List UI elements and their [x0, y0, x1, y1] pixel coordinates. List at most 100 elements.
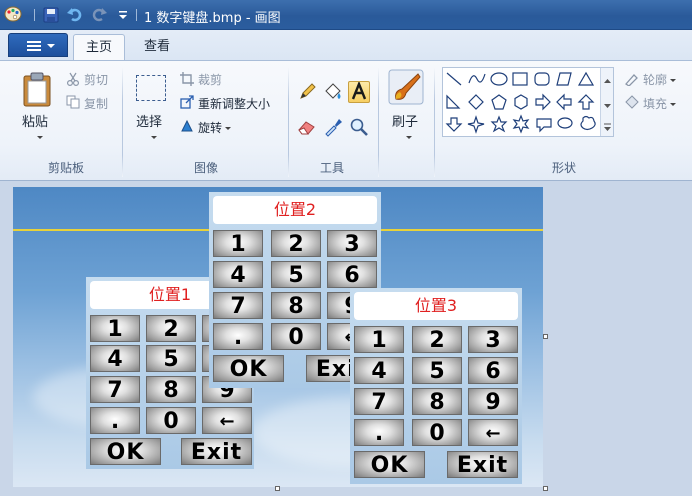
canvas-resize-handle-bottom[interactable] — [275, 486, 280, 491]
keypad-position-3: 位置3 1 2 3 4 5 6 7 8 9 . 0 ← OK Exit — [350, 288, 522, 484]
group-label-shapes: 形状 — [551, 161, 576, 175]
resize-button[interactable]: 重新调整大小 — [198, 95, 270, 112]
pencil-tool-button[interactable] — [296, 81, 318, 103]
key-4: 4 — [90, 345, 140, 372]
keypad-title: 位置3 — [354, 292, 518, 320]
select-button[interactable]: 选择 — [136, 111, 162, 130]
group-label-tools: 工具 — [319, 161, 344, 175]
key-5: 5 — [271, 261, 321, 288]
key-4: 4 — [354, 357, 404, 384]
shapes-gallery[interactable] — [442, 67, 614, 137]
undo-icon[interactable] — [66, 6, 84, 24]
outline-icon — [625, 74, 638, 86]
shapes-scroll-arrows — [604, 79, 611, 131]
eraser-tool-button[interactable] — [296, 116, 318, 138]
rotate-icon — [181, 119, 193, 132]
ribbon: 粘贴 剪切 复制 剪贴板 选择 裁剪 重新调整大小 旋转 图像 工具 刷子 轮廓… — [0, 60, 692, 181]
chevron-down-icon — [47, 44, 55, 48]
crop-icon — [180, 72, 194, 86]
window-title: 1 数字键盘.bmp - 画图 — [144, 11, 281, 26]
key-0: 0 — [412, 419, 462, 446]
cut-button[interactable]: 剪切 — [84, 71, 108, 88]
key-2: 2 — [146, 315, 196, 342]
paste-dropdown-icon[interactable] — [37, 136, 43, 139]
magnifier-tool-button[interactable] — [348, 116, 370, 138]
shapes-scrollbar[interactable] — [600, 68, 613, 136]
scissors-icon — [67, 72, 79, 86]
group-separator — [434, 67, 435, 177]
select-icon[interactable] — [136, 75, 166, 101]
group-separator — [378, 67, 379, 177]
paste-button[interactable]: 粘贴 — [22, 111, 48, 130]
copy-button[interactable]: 复制 — [84, 95, 108, 112]
paint-bucket-icon — [325, 83, 341, 99]
key-dot: . — [213, 323, 263, 350]
fill-button[interactable]: 填充 — [643, 95, 677, 112]
canvas-resize-handle-right[interactable] — [543, 334, 548, 339]
pencil-icon — [300, 83, 316, 99]
eraser-icon — [298, 121, 315, 135]
save-icon[interactable] — [42, 6, 60, 24]
title-bar: 1 数字键盘.bmp - 画图 — [0, 0, 692, 30]
key-dot: . — [90, 407, 140, 434]
chevron-down-icon — [670, 103, 677, 106]
key-0: 0 — [146, 407, 196, 434]
customize-qat-icon[interactable] — [114, 6, 132, 24]
keypad-title: 位置2 — [213, 196, 377, 224]
crop-button[interactable]: 裁剪 — [198, 71, 222, 88]
key-dot: . — [354, 419, 404, 446]
eyedropper-icon — [325, 119, 342, 137]
text-tool-button[interactable] — [348, 80, 370, 103]
ribbon-tab-row: 主页 查看 — [0, 30, 692, 61]
chevron-down-icon — [225, 127, 232, 130]
magnifier-icon — [350, 118, 368, 136]
group-separator — [288, 67, 289, 177]
fill-icon — [625, 95, 639, 109]
qat-separator — [34, 9, 35, 21]
key-7: 7 — [90, 376, 140, 403]
key-backspace: ← — [202, 407, 252, 434]
shapes-gallery-icons — [445, 71, 596, 134]
outline-button[interactable]: 轮廓 — [643, 71, 677, 88]
key-0: 0 — [271, 323, 321, 350]
clipboard-paste-icon[interactable] — [21, 71, 53, 107]
key-8: 8 — [146, 376, 196, 403]
key-7: 7 — [354, 388, 404, 415]
brushes-dropdown-icon[interactable] — [406, 136, 412, 139]
brushes-button[interactable]: 刷子 — [392, 111, 418, 130]
key-1: 1 — [90, 315, 140, 342]
resize-icon — [180, 95, 194, 109]
key-3: 3 — [327, 230, 377, 257]
key-8: 8 — [271, 292, 321, 319]
key-1: 1 — [354, 326, 404, 353]
key-exit: Exit — [181, 438, 252, 465]
group-separator — [122, 67, 123, 177]
color-picker-tool-button[interactable] — [322, 116, 344, 138]
text-a-icon — [351, 80, 367, 100]
key-ok: OK — [354, 451, 425, 478]
rotate-button[interactable]: 旋转 — [198, 119, 232, 136]
tab-view[interactable]: 查看 — [130, 34, 184, 61]
key-backspace: ← — [468, 419, 518, 446]
paint-menu-button[interactable] — [8, 33, 68, 57]
redo-icon[interactable] — [90, 6, 108, 24]
key-ok: OK — [90, 438, 161, 465]
copy-icon — [66, 95, 80, 109]
canvas-resize-handle-corner[interactable] — [543, 486, 548, 491]
key-7: 7 — [213, 292, 263, 319]
tab-home[interactable]: 主页 — [73, 34, 125, 61]
key-2: 2 — [271, 230, 321, 257]
key-6: 6 — [327, 261, 377, 288]
qat-separator — [136, 9, 137, 21]
drawing-canvas[interactable]: 位置1 1 2 3 4 5 6 7 8 9 . 0 ← OK Exit 位置2 … — [13, 187, 543, 487]
key-3: 3 — [468, 326, 518, 353]
key-ok: OK — [213, 355, 284, 382]
paint-app-icon[interactable] — [4, 6, 22, 22]
select-dropdown-icon[interactable] — [151, 136, 157, 139]
key-6: 6 — [468, 357, 518, 384]
key-5: 5 — [146, 345, 196, 372]
key-2: 2 — [412, 326, 462, 353]
group-label-image: 图像 — [193, 161, 218, 175]
fill-tool-button[interactable] — [322, 81, 344, 103]
brush-icon[interactable] — [388, 69, 424, 105]
